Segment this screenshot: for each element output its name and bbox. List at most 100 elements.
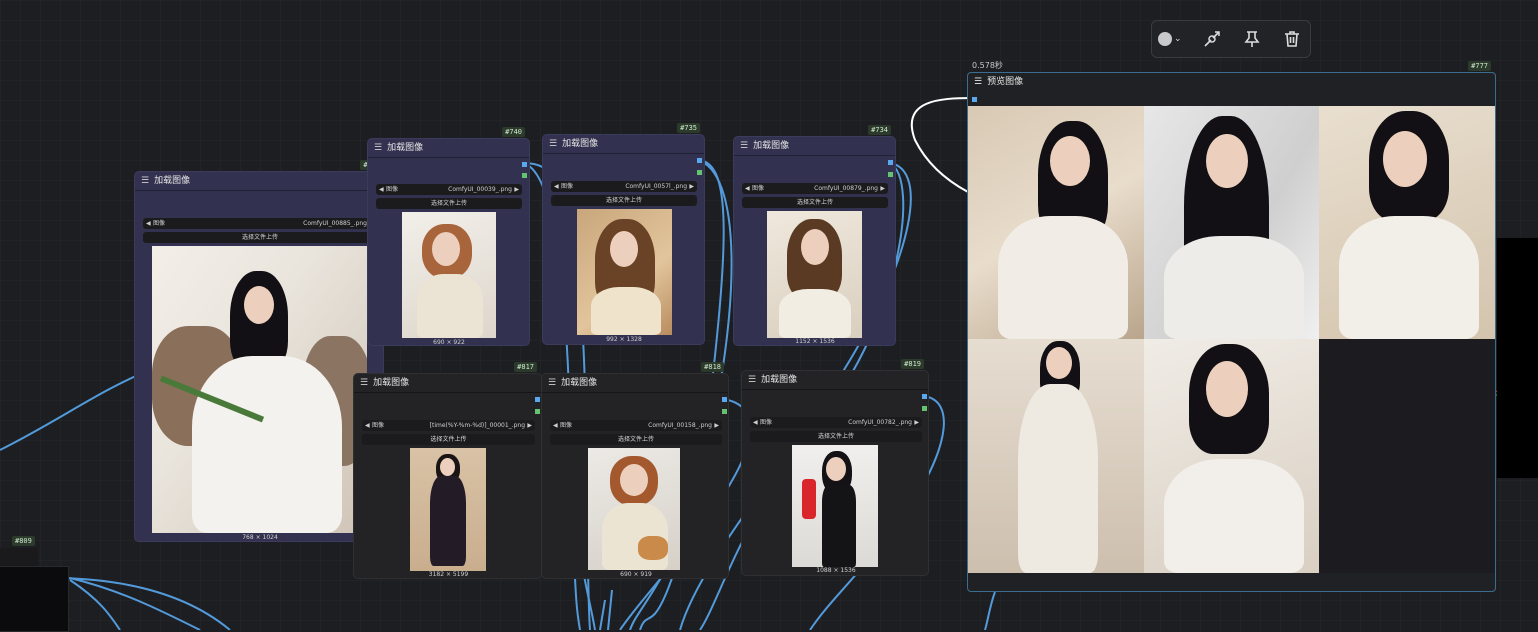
cat	[638, 536, 668, 560]
upload-button[interactable]: 选择文件上传	[362, 434, 535, 445]
node-title[interactable]: ☰ 加载图像	[734, 137, 895, 156]
load-image-node-819[interactable]: #819 ☰ 加载图像 ◀ 图像 ComfyUI_00782_.png ▶ 选择文…	[741, 359, 929, 576]
arrow-left-icon[interactable]: ◀	[379, 184, 384, 195]
arrow-right-icon[interactable]: ▶	[527, 420, 532, 431]
image-preview	[588, 448, 680, 570]
preview-image-4[interactable]	[968, 339, 1144, 573]
mask-output-slot[interactable]	[522, 173, 527, 178]
load-image-node-734[interactable]: #734 ☰ 加载图像 ◀ 图像 ComfyUI_00879_.png ▶ 选择文…	[733, 125, 896, 346]
node-title[interactable]: ☰ 加载图像	[543, 135, 704, 154]
load-image-node-71[interactable]: #71 ☰加载图像 ◀ 图像 ComfyUI_00885_.png ▶ 选择文件…	[134, 160, 384, 542]
chevron-down-icon: ⌄	[1174, 34, 1182, 44]
arrow-right-icon[interactable]: ▶	[914, 417, 919, 428]
preview-image-node-777[interactable]: #777 ☰ 预览图像	[967, 61, 1496, 592]
image-preview	[152, 246, 367, 533]
image-output-slot[interactable]	[522, 162, 527, 167]
load-image-node-735[interactable]: #735 ☰ 加载图像 ◀ 图像 ComfyUI_0057l_.png ▶ 选择文…	[542, 123, 705, 345]
menu-icon[interactable]: ☰	[974, 77, 982, 87]
node-title[interactable]: ☰ 加载图像	[368, 139, 529, 158]
node-id-badge: #817	[514, 362, 537, 372]
load-image-node-740[interactable]: #740 ☰ 加载图像 ◀ 图像 ComfyUI_00039_.png ▶ 选择文…	[367, 127, 530, 346]
upload-button[interactable]: 选择文件上传	[551, 195, 697, 206]
arrow-right-icon[interactable]: ▶	[514, 184, 519, 195]
node-title[interactable]: ☰ 加载图像	[542, 374, 728, 393]
preview-image-5[interactable]	[1144, 339, 1319, 573]
image-dimensions: 1152 × 1536	[795, 338, 835, 345]
arrow-right-icon[interactable]: ▶	[880, 183, 885, 194]
mask-output-slot[interactable]	[697, 170, 702, 175]
node-title[interactable]: ☰ 加载图像	[742, 371, 928, 390]
node-809-header[interactable]	[0, 548, 38, 566]
delete-button[interactable]	[1282, 29, 1302, 49]
preview-image-3[interactable]	[1319, 106, 1495, 339]
image-dimensions: 992 × 1328	[606, 336, 642, 343]
arrow-left-icon[interactable]: ◀	[553, 420, 558, 431]
menu-icon[interactable]: ☰	[549, 135, 557, 153]
arrow-left-icon[interactable]: ◀	[745, 183, 750, 194]
image-combo[interactable]: ◀ 图像 ComfyUI_00158_.png ▶	[550, 420, 722, 431]
node-809[interactable]	[0, 566, 69, 632]
image-output-slot[interactable]	[922, 394, 927, 399]
arrow-left-icon[interactable]: ◀	[753, 417, 758, 428]
arrow-right-icon[interactable]: ▶	[689, 181, 694, 192]
bypass-button[interactable]	[1202, 29, 1222, 49]
arrow-left-icon[interactable]: ◀	[554, 181, 559, 192]
upload-button[interactable]: 选择文件上传	[376, 198, 522, 209]
mask-output-slot[interactable]	[722, 409, 727, 414]
image-output-slot[interactable]	[697, 158, 702, 163]
pin-button[interactable]	[1242, 29, 1262, 49]
image-output-slot[interactable]	[888, 160, 893, 165]
preview-image-1[interactable]	[968, 106, 1144, 339]
node-title[interactable]: ☰ 加载图像	[354, 374, 541, 393]
mask-output-slot[interactable]	[922, 406, 927, 411]
pin-icon	[1244, 31, 1260, 47]
load-image-node-817[interactable]: #817 ☰ 加载图像 ◀ 图像 [time(%Y-%m-%d)]_00001_.…	[353, 362, 542, 579]
image-preview	[410, 448, 486, 571]
image-dimensions: 690 × 922	[433, 339, 465, 346]
arrow-left-icon[interactable]: ◀	[365, 420, 370, 431]
image-combo[interactable]: ◀ 图像 ComfyUI_00782_.png ▶	[750, 417, 922, 428]
image-combo[interactable]: ◀ 图像 ComfyUI_00039_.png ▶	[376, 184, 522, 195]
preview-image-empty	[1319, 339, 1495, 573]
image-dimensions: 690 × 919	[620, 571, 652, 578]
node-title[interactable]: ☰ 预览图像	[968, 73, 1495, 91]
selection-toolbar: ⌄	[1151, 20, 1311, 58]
execution-time: 0.578秒	[972, 61, 1003, 70]
image-combo[interactable]: ◀ 图像 ComfyUI_0057l_.png ▶	[551, 181, 697, 192]
bypass-icon	[1204, 31, 1220, 47]
node-id-badge: #777	[1468, 61, 1491, 71]
node-title[interactable]: ☰ 加载图像	[135, 172, 383, 191]
load-image-node-818[interactable]: #818 ☰ 加载图像 ◀ 图像 ComfyUI_00158_.png ▶ 选择文…	[541, 362, 729, 579]
image-preview	[767, 211, 862, 338]
upload-button[interactable]: 选择文件上传	[550, 434, 722, 445]
upload-button[interactable]: 选择文件上传	[143, 232, 377, 243]
menu-icon[interactable]: ☰	[374, 139, 382, 157]
arrow-right-icon[interactable]: ▶	[714, 420, 719, 431]
node-id-badge: #809	[12, 536, 35, 546]
image-combo[interactable]: ◀ 图像 ComfyUI_00885_.png ▶	[143, 218, 377, 229]
node-id-badge: #735	[677, 123, 700, 133]
color-circle-icon	[1158, 32, 1172, 46]
image-dimensions: 768 × 1024	[242, 534, 278, 541]
color-picker-button[interactable]: ⌄	[1158, 29, 1182, 49]
image-combo[interactable]: ◀ 图像 ComfyUI_00879_.png ▶	[742, 183, 888, 194]
mask-output-slot[interactable]	[888, 172, 893, 177]
image-preview	[402, 212, 496, 338]
mask-output-slot[interactable]	[535, 409, 540, 414]
menu-icon[interactable]: ☰	[548, 374, 556, 392]
menu-icon[interactable]: ☰	[360, 374, 368, 392]
image-output-slot[interactable]	[722, 397, 727, 402]
image-preview	[792, 445, 878, 567]
menu-icon[interactable]: ☰	[748, 371, 756, 389]
upload-button[interactable]: 选择文件上传	[750, 431, 922, 442]
node-id-badge: #734	[868, 125, 891, 135]
image-output-slot[interactable]	[535, 397, 540, 402]
image-combo[interactable]: ◀ 图像 [time(%Y-%m-%d)]_00001_.png ▶	[362, 420, 535, 431]
images-input-slot[interactable]	[972, 97, 977, 102]
red-bottle	[802, 479, 816, 519]
upload-button[interactable]: 选择文件上传	[742, 197, 888, 208]
menu-icon[interactable]: ☰	[141, 172, 149, 190]
menu-icon[interactable]: ☰	[740, 137, 748, 155]
arrow-left-icon[interactable]: ◀	[146, 218, 151, 229]
preview-image-2[interactable]	[1144, 106, 1319, 339]
